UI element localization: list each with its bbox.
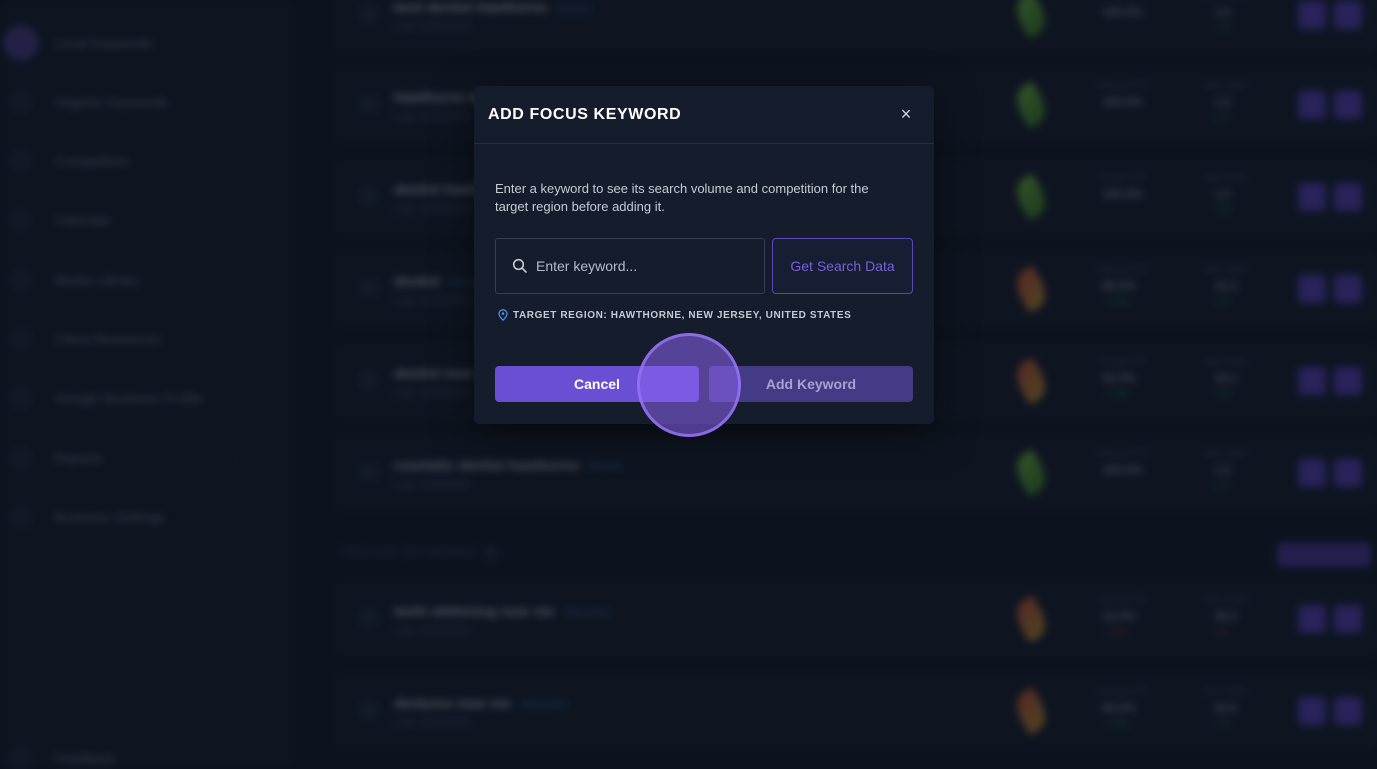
dialog-title: ADD FOCUS KEYWORD (488, 106, 682, 123)
target-region: TARGET REGION: HAWTHORNE, NEW JERSEY, UN… (498, 308, 851, 322)
keyword-input[interactable] (536, 239, 756, 293)
target-region-label: TARGET REGION: HAWTHORNE, NEW JERSEY, UN… (513, 309, 852, 321)
close-button[interactable]: × (896, 104, 916, 124)
add-keyword-button[interactable]: Add Keyword (709, 366, 913, 402)
dialog-description: Enter a keyword to see its search volume… (495, 181, 869, 214)
close-icon: × (900, 103, 912, 124)
add-focus-keyword-dialog: ADD FOCUS KEYWORD × Enter a keyword to s… (474, 86, 934, 424)
cancel-button[interactable]: Cancel (495, 366, 699, 402)
get-search-data-button[interactable]: Get Search Data (772, 238, 913, 294)
location-pin-icon (498, 309, 508, 321)
dialog-header: ADD FOCUS KEYWORD × (474, 86, 934, 144)
keyword-field[interactable] (495, 238, 765, 294)
search-icon (512, 258, 527, 273)
